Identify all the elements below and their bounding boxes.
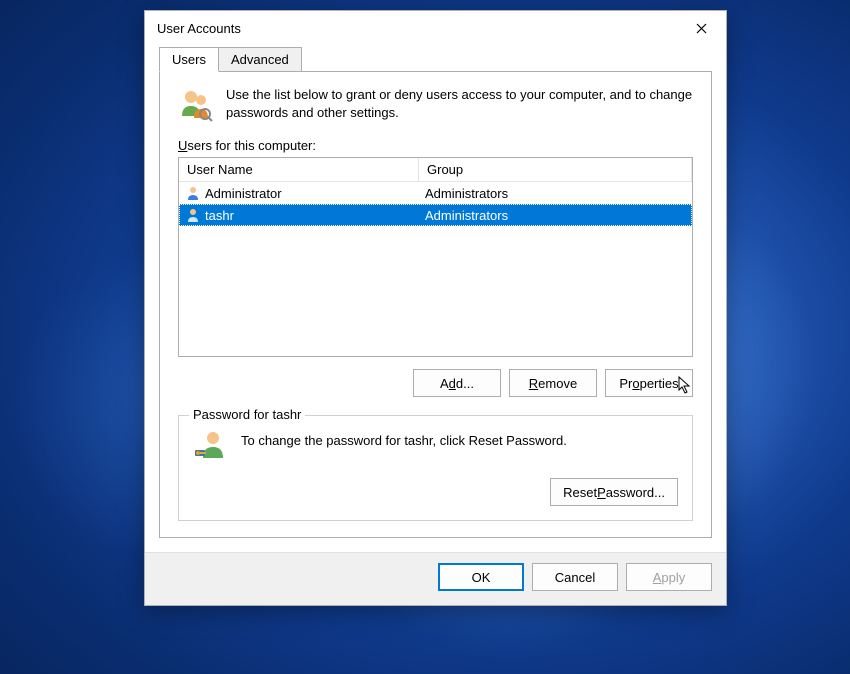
dialog-footer: OK Cancel Apply	[145, 552, 726, 605]
user-group-cell: Administrators	[419, 186, 692, 201]
password-instruction-text: To change the password for tashr, click …	[241, 428, 567, 450]
dialog-title: User Accounts	[157, 21, 241, 36]
user-row[interactable]: tashr Administrators	[179, 204, 692, 226]
close-button[interactable]	[678, 13, 724, 43]
properties-button[interactable]: Properties	[605, 369, 693, 397]
user-key-icon	[193, 428, 229, 464]
cancel-button[interactable]: Cancel	[532, 563, 618, 591]
user-icon	[185, 207, 201, 223]
intro-text: Use the list below to grant or deny user…	[226, 86, 693, 121]
column-header-username[interactable]: User Name	[179, 158, 419, 181]
list-action-buttons: Add... Remove Properties	[178, 369, 693, 397]
user-name-cell: Administrator	[205, 186, 282, 201]
user-group-cell: Administrators	[419, 208, 692, 223]
users-icon	[178, 86, 214, 122]
intro-row: Use the list below to grant or deny user…	[178, 86, 693, 122]
password-groupbox: Password for tashr To change the passwor…	[178, 415, 693, 521]
listview-header: User Name Group	[179, 158, 692, 182]
user-accounts-dialog: User Accounts Users Advanced Use the lis…	[144, 10, 727, 606]
add-button[interactable]: Add...	[413, 369, 501, 397]
users-list-label: Users for this computer:	[178, 138, 693, 153]
column-header-group[interactable]: Group	[419, 158, 692, 181]
apply-button[interactable]: Apply	[626, 563, 712, 591]
mouse-cursor-icon	[678, 376, 692, 394]
close-icon	[696, 23, 707, 34]
user-row[interactable]: Administrator Administrators	[179, 182, 692, 204]
ok-button[interactable]: OK	[438, 563, 524, 591]
tab-advanced[interactable]: Advanced	[218, 47, 302, 72]
tab-panel-users: Use the list below to grant or deny user…	[159, 71, 712, 538]
dialog-body: Users Advanced Use the list below to gra…	[145, 45, 726, 552]
password-groupbox-legend: Password for tashr	[189, 407, 305, 422]
user-icon	[185, 185, 201, 201]
reset-password-button[interactable]: Reset Password...	[550, 478, 678, 506]
users-listview[interactable]: User Name Group Administrator Administra…	[178, 157, 693, 357]
remove-button[interactable]: Remove	[509, 369, 597, 397]
listview-body: Administrator Administrators tashr Admin…	[179, 182, 692, 226]
tab-users[interactable]: Users	[159, 47, 219, 72]
tabstrip: Users Advanced	[159, 47, 712, 72]
titlebar: User Accounts	[145, 11, 726, 45]
user-name-cell: tashr	[205, 208, 234, 223]
